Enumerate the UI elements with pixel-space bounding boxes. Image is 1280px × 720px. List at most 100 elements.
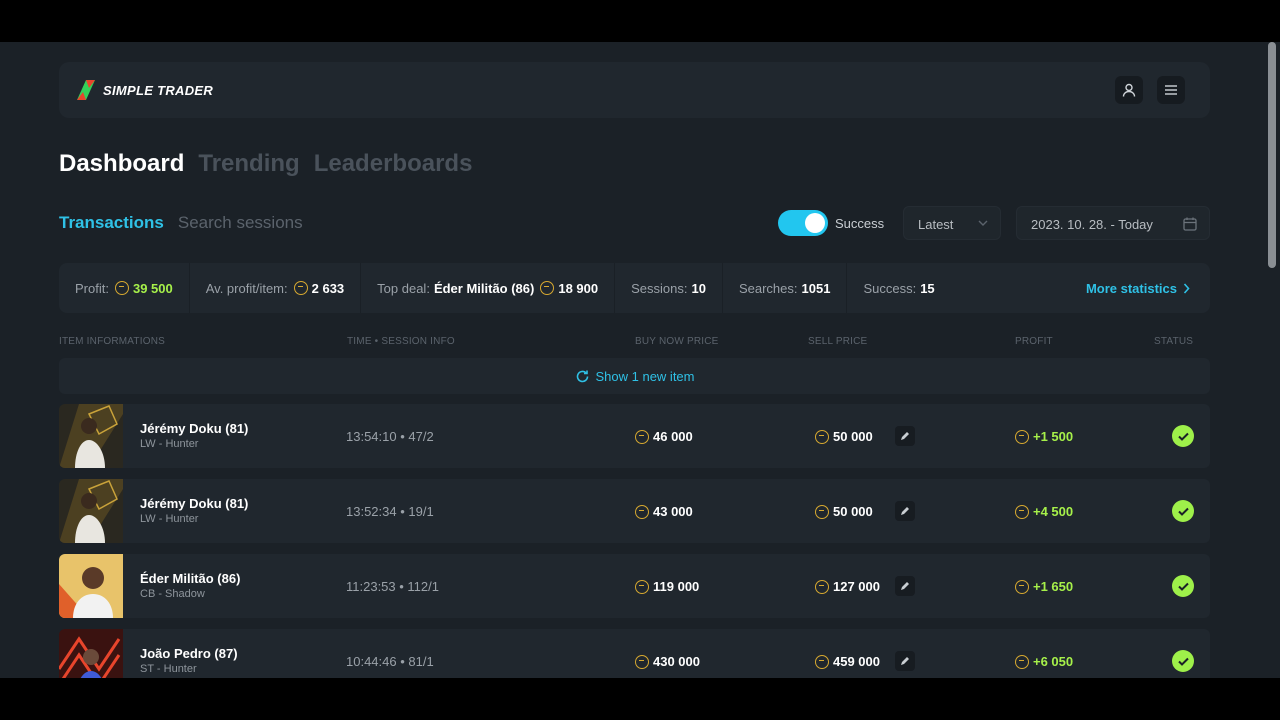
pencil-icon	[901, 507, 909, 515]
tab-leaderboards[interactable]: Leaderboards	[314, 150, 473, 178]
stat-searches-value: 1051	[801, 280, 831, 296]
coin-icon	[1015, 504, 1029, 519]
stat-success-value: 15	[920, 280, 935, 296]
sort-select[interactable]: Latest	[903, 206, 1001, 240]
coin-icon	[1015, 429, 1029, 444]
more-statistics-label: More statistics	[1085, 280, 1177, 296]
profit-value: +4 500	[1033, 504, 1074, 519]
col-sell-price[interactable]: SELL PRICE	[808, 336, 867, 347]
stat-sessions-label: Sessions:	[631, 280, 688, 296]
brand-logo[interactable]: SIMPLE TRADER	[77, 80, 213, 100]
coin-icon	[635, 579, 649, 594]
buy-price: 43 000	[635, 504, 693, 519]
col-profit[interactable]: PROFIT	[1015, 336, 1053, 347]
session-info: 13:52:34 • 19/1	[346, 504, 434, 519]
date-range-picker[interactable]: 2023. 10. 28. - Today	[1016, 206, 1210, 240]
pencil-icon	[901, 432, 909, 440]
sell-price-value: 50 000	[833, 429, 873, 444]
tab-dashboard[interactable]: Dashboard	[59, 150, 184, 178]
stat-searches: Searches: 1051	[723, 263, 848, 313]
sell-price: 50 000	[815, 429, 873, 444]
profit: +1 650	[1015, 579, 1073, 594]
hamburger-icon	[1165, 85, 1177, 95]
buy-price: 119 000	[635, 579, 699, 594]
table-row[interactable]: Éder Militão (86) CB - Shadow 11:23:53 •…	[59, 554, 1210, 618]
col-status[interactable]: STATUS	[1154, 336, 1193, 347]
date-range-value: 2023. 10. 28. - Today	[1031, 217, 1153, 232]
menu-button[interactable]	[1157, 76, 1185, 104]
pencil-icon	[901, 582, 909, 590]
tab-trending[interactable]: Trending	[198, 150, 299, 178]
sell-price: 459 000	[815, 654, 880, 669]
tab-transactions[interactable]: Transactions	[59, 213, 164, 233]
toggle-knob	[805, 213, 825, 233]
stat-success: Success: 15	[847, 263, 950, 313]
show-new-items-label: Show 1 new item	[595, 368, 695, 384]
show-new-items-button[interactable]: Show 1 new item	[59, 358, 1210, 394]
coin-icon	[1015, 654, 1029, 669]
page-scrollbar[interactable]	[1268, 42, 1276, 678]
col-time[interactable]: TIME • SESSION INFO	[347, 336, 455, 347]
edit-sell-price-button[interactable]	[895, 576, 915, 596]
table-row[interactable]: João Pedro (87) ST - Hunter 10:44:46 • 8…	[59, 629, 1210, 678]
player-name: Jérémy Doku (81)	[140, 421, 249, 436]
coin-icon	[293, 281, 308, 295]
table-header: ITEM INFORMATIONS TIME • SESSION INFO BU…	[0, 336, 1280, 350]
player-name: Éder Militão (86)	[140, 571, 241, 586]
stat-avg-value: 2 633	[311, 280, 345, 296]
success-toggle[interactable]	[778, 210, 828, 236]
profit: +4 500	[1015, 504, 1073, 519]
stat-profit-label: Profit:	[75, 280, 109, 296]
stat-avg-profit: Av. profit/item: 2 633	[190, 263, 362, 313]
buy-price-value: 430 000	[653, 654, 700, 669]
player-card-image	[59, 554, 123, 618]
player-name: Jérémy Doku (81)	[140, 496, 249, 511]
session-info: 10:44:46 • 81/1	[346, 654, 434, 669]
scrollbar-thumb[interactable]	[1268, 42, 1276, 268]
player-card-image	[59, 404, 123, 468]
player-position: ST - Hunter	[140, 663, 197, 675]
player-position: LW - Hunter	[140, 513, 199, 525]
coin-icon	[635, 654, 649, 669]
sort-select-value: Latest	[918, 217, 954, 232]
edit-sell-price-button[interactable]	[895, 651, 915, 671]
sell-price-value: 459 000	[833, 654, 880, 669]
stat-top-value: 18 900	[558, 280, 599, 296]
coin-icon	[114, 281, 129, 295]
profit-value: +1 650	[1033, 579, 1074, 594]
edit-sell-price-button[interactable]	[895, 501, 915, 521]
player-name: João Pedro (87)	[140, 646, 238, 661]
table-row[interactable]: Jérémy Doku (81) LW - Hunter 13:52:34 • …	[59, 479, 1210, 543]
coin-icon	[635, 429, 649, 444]
profit: +1 500	[1015, 429, 1073, 444]
edit-sell-price-button[interactable]	[895, 426, 915, 446]
player-position: CB - Shadow	[140, 588, 205, 600]
buy-price-value: 43 000	[653, 504, 693, 519]
stats-bar: Profit: 39 500 Av. profit/item: 2 633 To…	[59, 263, 1210, 313]
stat-profit-value: 39 500	[132, 280, 173, 296]
player-card-image	[59, 629, 123, 678]
buy-price-value: 46 000	[653, 429, 693, 444]
more-statistics-link[interactable]: More statistics	[1086, 281, 1210, 296]
sub-nav: Transactions Search sessions	[59, 213, 303, 233]
sell-price-value: 50 000	[833, 504, 873, 519]
calendar-icon	[1183, 217, 1197, 231]
stat-sessions-value: 10	[691, 280, 706, 296]
col-buy-price[interactable]: BUY NOW PRICE	[635, 336, 719, 347]
stat-sessions: Sessions: 10	[615, 263, 723, 313]
coin-icon	[815, 504, 829, 519]
logo-icon	[77, 80, 95, 100]
coin-icon	[815, 579, 829, 594]
session-info: 13:54:10 • 47/2	[346, 429, 434, 444]
tab-search-sessions[interactable]: Search sessions	[178, 213, 303, 233]
table-row[interactable]: Jérémy Doku (81) LW - Hunter 13:54:10 • …	[59, 404, 1210, 468]
col-item[interactable]: ITEM INFORMATIONS	[59, 336, 165, 347]
buy-price-value: 119 000	[653, 579, 700, 594]
buy-price: 46 000	[635, 429, 693, 444]
main-nav: Dashboard Trending Leaderboards	[59, 150, 472, 178]
stat-success-label: Success:	[863, 280, 917, 296]
user-button[interactable]	[1115, 76, 1143, 104]
sell-price: 50 000	[815, 504, 873, 519]
stat-profit: Profit: 39 500	[59, 263, 190, 313]
top-header: SIMPLE TRADER	[59, 62, 1210, 118]
